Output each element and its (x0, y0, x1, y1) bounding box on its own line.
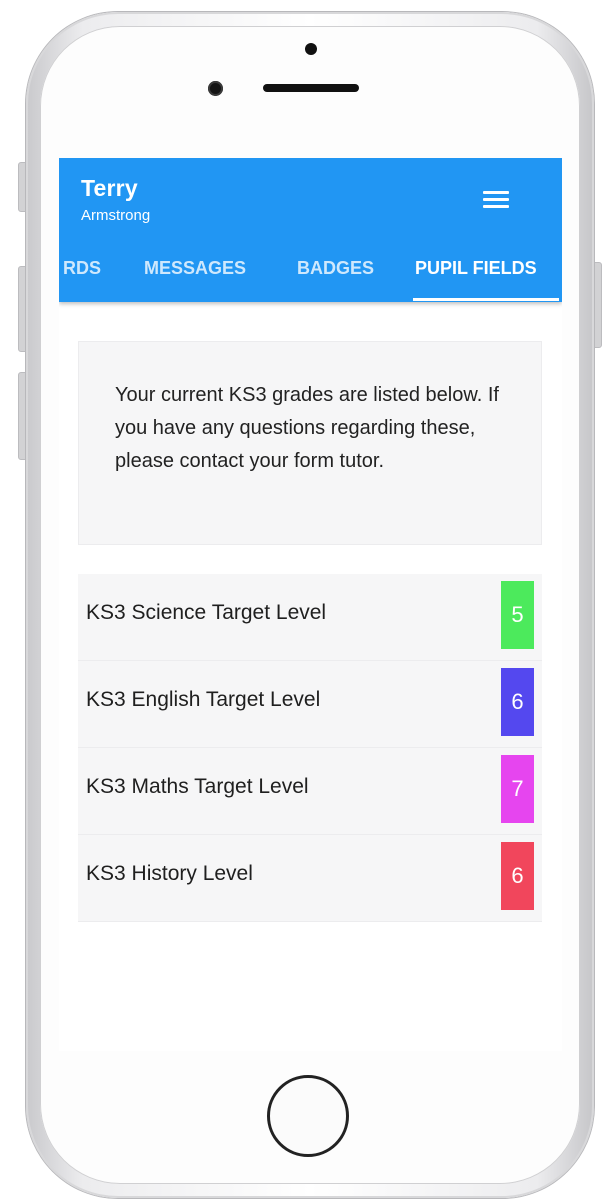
pupil-fields-list: KS3 Science Target Level 5 KS3 English T… (78, 574, 542, 922)
field-value-badge: 7 (501, 755, 534, 823)
info-text: Your current KS3 grades are listed below… (115, 384, 499, 472)
field-row-science: KS3 Science Target Level 5 (78, 574, 542, 661)
tab-badges[interactable]: BADGES (297, 258, 374, 279)
tab-pupil-fields[interactable]: PUPIL FIELDS (415, 258, 537, 279)
tab-messages[interactable]: MESSAGES (144, 258, 246, 279)
field-row-history: KS3 History Level 6 (78, 835, 542, 922)
power-button (594, 262, 602, 348)
hamburger-menu-icon[interactable] (483, 189, 509, 209)
field-label: KS3 English Target Level (86, 688, 321, 711)
field-value-badge: 6 (501, 842, 534, 910)
field-value-badge: 5 (501, 581, 534, 649)
tab-bar: RDS MESSAGES BADGES PUPIL FIELDS (59, 248, 562, 302)
user-last-name: Armstrong (81, 207, 151, 224)
field-label: KS3 Science Target Level (86, 601, 327, 624)
info-card: Your current KS3 grades are listed below… (78, 341, 542, 545)
front-camera-icon (208, 81, 223, 96)
app-screen: Terry Armstrong RDS MESSAGES BADGES PUPI… (59, 158, 562, 1051)
home-button[interactable] (267, 1075, 349, 1157)
field-row-english: KS3 English Target Level 6 (78, 661, 542, 748)
earpiece-speaker (263, 84, 359, 92)
proximity-sensor (305, 43, 317, 55)
field-label: KS3 History Level (86, 862, 253, 885)
field-row-maths: KS3 Maths Target Level 7 (78, 748, 542, 835)
field-value-badge: 6 (501, 668, 534, 736)
user-first-name: Terry (81, 175, 138, 201)
active-tab-indicator (413, 298, 559, 301)
tab-records[interactable]: RDS (63, 258, 101, 279)
field-label: KS3 Maths Target Level (86, 775, 309, 798)
app-header: Terry Armstrong RDS MESSAGES BADGES PUPI… (59, 158, 562, 302)
